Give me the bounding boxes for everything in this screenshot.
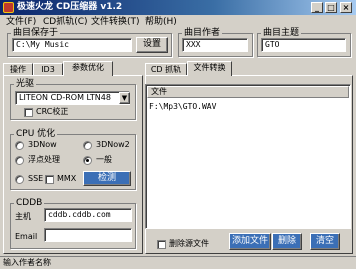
file-list[interactable]: 文件 F:\Mp3\GTO.WAV — [145, 84, 351, 229]
close-button[interactable]: × — [340, 2, 352, 13]
detect-button[interactable]: 检测 — [83, 171, 131, 186]
radio-float[interactable] — [15, 156, 24, 165]
window-title: 极速火龙 CD压缩器 v1.2 — [17, 2, 123, 12]
drive-label: 光驱 — [14, 79, 37, 89]
set-output-button[interactable]: 设置 — [136, 37, 168, 53]
app-icon — [3, 2, 14, 13]
output-folder-label: 曲目保存于 — [11, 28, 61, 38]
maximize-button[interactable]: □ — [325, 2, 337, 13]
menu-help[interactable]: 帮助(H) — [145, 16, 177, 28]
crc-checkbox[interactable] — [24, 108, 33, 117]
artist-label: 曲目作者 — [182, 28, 223, 38]
host-field[interactable]: cddb.cddb.com — [44, 208, 132, 222]
radio-general-label: 一般 — [96, 155, 112, 164]
radio-general[interactable] — [83, 156, 92, 165]
artist-field[interactable]: XXX — [182, 38, 248, 52]
menu-cd-rip[interactable]: CD抓轨(C) — [43, 16, 88, 28]
list-item[interactable]: F:\Mp3\GTO.WAV — [149, 101, 216, 112]
tab-param-optimize[interactable]: 参数优化 — [63, 61, 113, 76]
radio-3dnow2[interactable] — [83, 141, 92, 150]
radio-3dnow2-label: 3DNow2 — [96, 140, 130, 149]
drive-select[interactable]: LITEON CD-ROM LTN48 — [15, 91, 130, 105]
main-window: 极速火龙 CD压缩器 v1.2 _ □ × 文件(F) CD抓轨(C) 文件转换… — [0, 0, 356, 269]
output-folder-field[interactable]: C:\My Music — [12, 38, 132, 52]
cddb-label: CDDB — [14, 198, 45, 208]
radio-sse[interactable] — [15, 175, 24, 184]
mmx-checkbox[interactable] — [45, 175, 54, 184]
mmx-label: MMX — [57, 174, 77, 183]
status-bar: 输入作者名称 — [0, 256, 356, 269]
cpu-label: CPU 优化 — [14, 129, 58, 139]
host-label: 主机 — [15, 212, 31, 221]
minimize-button[interactable]: _ — [311, 2, 323, 13]
email-field[interactable] — [44, 228, 132, 242]
radio-float-label: 浮点处理 — [28, 155, 60, 164]
file-column-header[interactable]: 文件 — [147, 86, 349, 98]
radio-3dnow-label: 3DNow — [28, 140, 57, 149]
radio-sse-label: SSE — [28, 174, 44, 183]
subject-field[interactable]: GTO — [261, 38, 346, 52]
menu-convert[interactable]: 文件转换(T) — [91, 16, 140, 28]
delete-button[interactable]: 删除 — [272, 233, 302, 250]
menu-file[interactable]: 文件(F) — [6, 16, 36, 28]
subject-label: 曲目主题 — [261, 28, 302, 38]
radio-3dnow[interactable] — [15, 141, 24, 150]
menu-bar: 文件(F) CD抓轨(C) 文件转换(T) 帮助(H) — [0, 15, 356, 29]
tab-file-convert[interactable]: 文件转换 — [187, 61, 232, 76]
email-label: Email — [15, 232, 38, 241]
clear-button[interactable]: 清空 — [310, 233, 340, 250]
delete-source-label: 删除源文件 — [169, 239, 209, 248]
title-bar: 极速火龙 CD压缩器 v1.2 _ □ × — [0, 0, 356, 15]
chevron-down-icon[interactable]: ▼ — [119, 92, 130, 104]
delete-source-checkbox[interactable] — [157, 240, 166, 249]
crc-label: CRC校正 — [36, 107, 69, 116]
add-file-button[interactable]: 添加文件 — [229, 233, 271, 250]
